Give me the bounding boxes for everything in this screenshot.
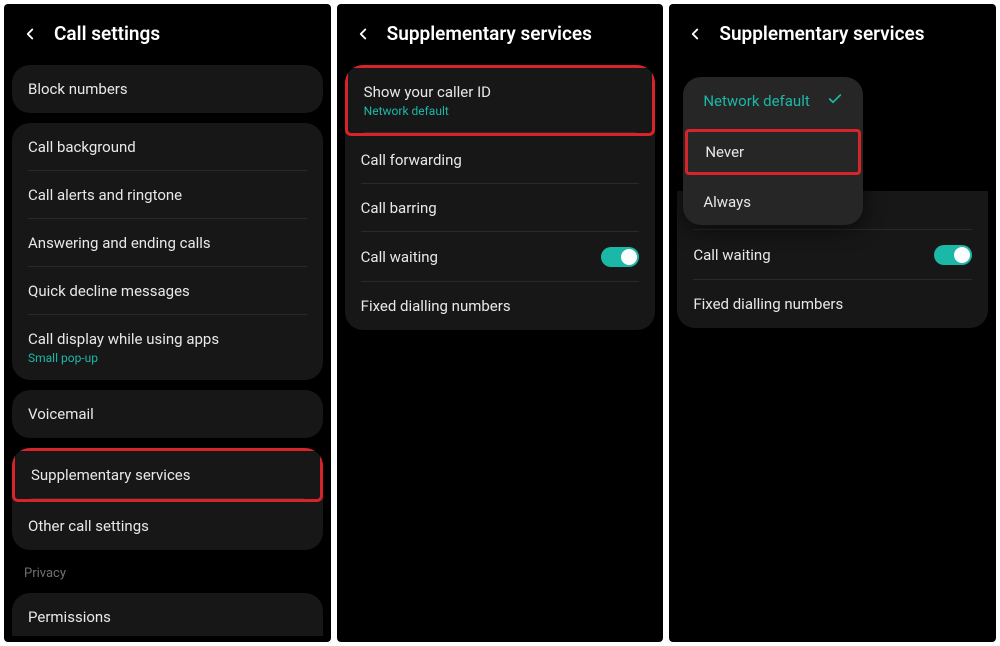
- item-permissions[interactable]: Permissions: [12, 593, 323, 636]
- page-title: Supplementary services: [719, 22, 924, 45]
- item-other-call-settings[interactable]: Other call settings: [12, 502, 323, 550]
- option-label: Network default: [703, 92, 809, 110]
- settings-group: Show your caller ID Network default Call…: [345, 65, 656, 330]
- item-sublabel: Network default: [364, 104, 637, 118]
- page-title: Call settings: [54, 22, 160, 45]
- item-label: Call alerts and ringtone: [28, 186, 307, 204]
- item-label: Call display while using apps: [28, 330, 307, 348]
- item-call-forwarding[interactable]: Call forwarding: [345, 136, 656, 184]
- settings-group: Block numbers: [12, 65, 323, 113]
- item-label: Show your caller ID: [364, 83, 637, 101]
- section-label-privacy: Privacy: [4, 560, 331, 585]
- check-icon: [827, 91, 843, 111]
- item-label: Call background: [28, 138, 307, 156]
- settings-group: Call background Call alerts and ringtone…: [12, 123, 323, 380]
- phone-panel-1: Call settings Block numbers Call backgro…: [4, 4, 331, 642]
- toggle-on[interactable]: [601, 247, 639, 267]
- settings-group: Supplementary services Other call settin…: [12, 448, 323, 550]
- phone-panel-3: Supplementary services Call barring Call…: [669, 4, 996, 642]
- item-label: Voicemail: [28, 405, 307, 423]
- item-label: Fixed dialling numbers: [361, 297, 640, 315]
- item-call-waiting[interactable]: Call waiting: [677, 230, 988, 280]
- item-fixed-dialling[interactable]: Fixed dialling numbers: [345, 282, 656, 330]
- item-supplementary-services[interactable]: Supplementary services: [12, 448, 323, 502]
- item-call-alerts[interactable]: Call alerts and ringtone: [12, 171, 323, 219]
- page-title: Supplementary services: [387, 22, 592, 45]
- item-label: Call forwarding: [361, 151, 640, 169]
- option-label: Always: [703, 193, 751, 211]
- item-label: Other call settings: [28, 517, 307, 535]
- settings-group: Voicemail: [12, 390, 323, 438]
- item-label: Permissions: [28, 608, 307, 626]
- item-label: Call waiting: [693, 246, 770, 264]
- item-label: Fixed dialling numbers: [693, 295, 972, 313]
- header: Call settings: [4, 4, 331, 57]
- item-quick-decline[interactable]: Quick decline messages: [12, 267, 323, 315]
- dropdown-option-always[interactable]: Always: [683, 179, 863, 225]
- caller-id-dropdown: Network default Never Always: [683, 77, 863, 225]
- highlighted-option-never: Never: [685, 129, 861, 175]
- phone-panel-2: Supplementary services Show your caller …: [337, 4, 664, 642]
- item-call-background[interactable]: Call background: [12, 123, 323, 171]
- item-label: Quick decline messages: [28, 282, 307, 300]
- header: Supplementary services: [669, 4, 996, 57]
- item-sublabel: Small pop-up: [28, 351, 307, 365]
- item-label: Block numbers: [28, 80, 307, 98]
- back-icon[interactable]: [353, 24, 373, 44]
- item-answering[interactable]: Answering and ending calls: [12, 219, 323, 267]
- item-label: Call waiting: [361, 248, 438, 266]
- item-call-barring[interactable]: Call barring: [345, 184, 656, 232]
- item-fixed-dialling[interactable]: Fixed dialling numbers: [677, 280, 988, 328]
- option-label: Never: [705, 143, 744, 161]
- back-icon[interactable]: [685, 24, 705, 44]
- item-voicemail[interactable]: Voicemail: [12, 390, 323, 438]
- toggle-on[interactable]: [934, 245, 972, 265]
- item-block-numbers[interactable]: Block numbers: [12, 65, 323, 113]
- item-call-display[interactable]: Call display while using apps Small pop-…: [12, 315, 323, 380]
- item-label: Supplementary services: [31, 466, 304, 484]
- item-show-caller-id[interactable]: Show your caller ID Network default: [345, 65, 656, 136]
- item-label: Answering and ending calls: [28, 234, 307, 252]
- settings-group: Permissions: [12, 593, 323, 636]
- dropdown-option-never[interactable]: Never: [688, 132, 858, 172]
- dropdown-option-network-default[interactable]: Network default: [683, 77, 863, 125]
- header: Supplementary services: [337, 4, 664, 57]
- back-icon[interactable]: [20, 24, 40, 44]
- item-label: Call barring: [361, 199, 640, 217]
- item-call-waiting[interactable]: Call waiting: [345, 232, 656, 282]
